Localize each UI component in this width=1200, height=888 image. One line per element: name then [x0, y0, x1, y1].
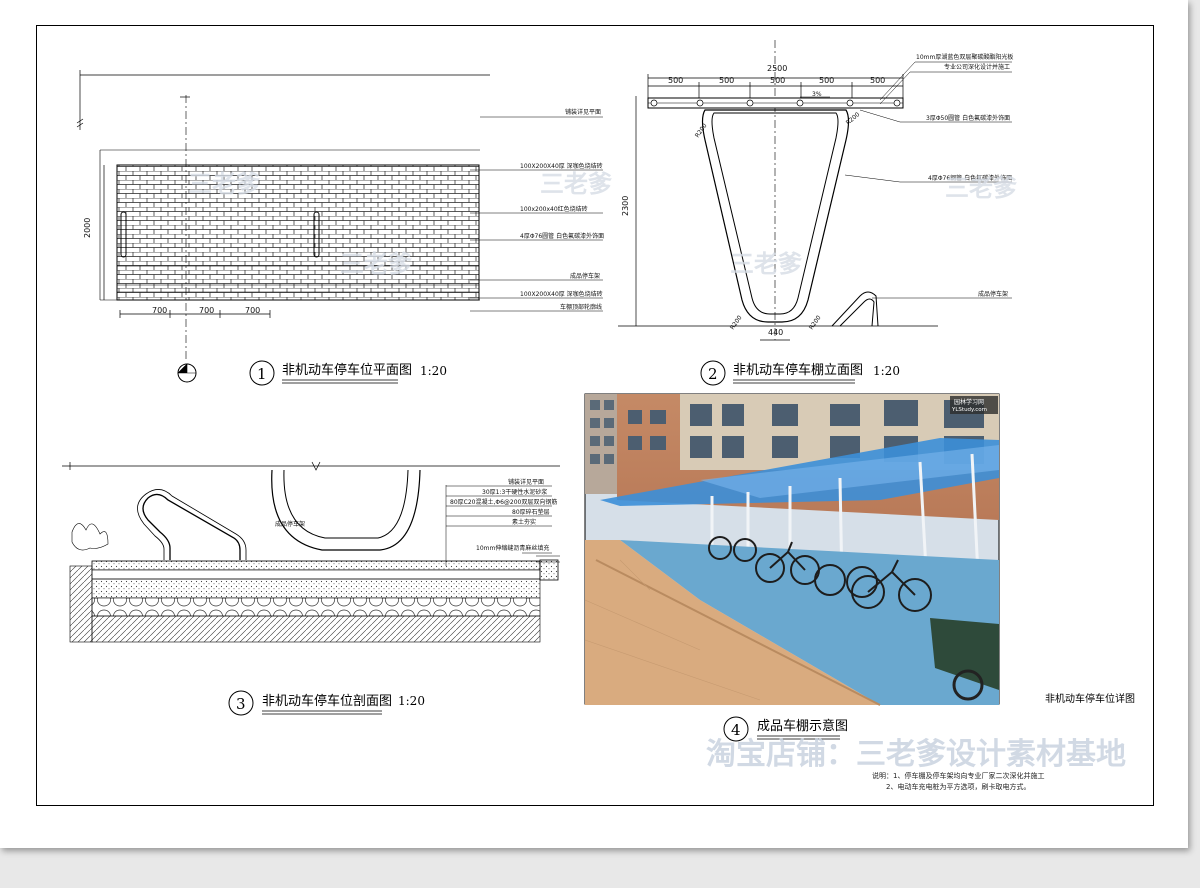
plan-label-7: 车棚顶部轮廓线	[560, 303, 602, 311]
note-line-2: 2、电动车充电桩为平方选项，刷卡取电方式。	[886, 782, 1030, 791]
watermark-logo: 三老爹	[540, 170, 613, 198]
elevation-dim-4: 500	[819, 76, 834, 85]
canopy-photo: 园林学习网 YLStudy.com	[584, 393, 1000, 706]
plan-label-1: 铺装详见平面	[565, 108, 601, 116]
elevation-dim-total: 2500	[767, 64, 787, 73]
view-number: 3	[236, 695, 246, 713]
view-title: 非机动车停车位剖面图	[262, 693, 392, 709]
plan-label-6: 100X200X40厚 深咖色烧结砖	[520, 290, 603, 298]
elevation-radius-4: R200	[808, 314, 823, 331]
view-title-1: 1 非机动车停车位平面图 1:20	[249, 360, 447, 386]
plan-label-2: 100X200X40厚 深咖色烧结砖	[520, 162, 603, 170]
plan-label-3: 100x200x40红色烧结砖	[520, 205, 588, 213]
note-line-1: 说明：1、停车棚及停车架均向专业厂家二次深化并施工	[872, 771, 1044, 780]
section-view: 铺装详见平面 30厚1:3干硬性水泥砂浆 80厚C20混凝土,Φ6@200双层双…	[62, 461, 560, 643]
watermark-logo: 三老爹	[188, 170, 261, 198]
section-label-7: 10mm伸缩缝沥青麻丝填充	[476, 544, 549, 552]
section-label-5: 素土夯实	[512, 518, 536, 526]
plan-dim-3: 700	[245, 306, 260, 315]
sheet-title: 非机动车停车位详图	[1045, 692, 1135, 705]
elevation-dim-3: 500	[770, 76, 785, 85]
plan-dim-left: 2000	[83, 218, 92, 238]
site-badge-url: YLStudy.com	[951, 407, 987, 413]
site-badge-label: 园林学习网	[954, 398, 984, 406]
elevation-label-2: 专业公司深化设计并施工	[944, 63, 1010, 71]
elevation-dim-5: 500	[870, 76, 885, 85]
elevation-label-1: 10mm厚湖蓝色双层聚碳酸酯阳光板	[916, 53, 1013, 61]
plan-dim-1: 700	[152, 306, 167, 315]
view-scale: 1:20	[398, 694, 425, 708]
plan-label-5: 成品停车架	[570, 272, 600, 280]
view-scale: 1:20	[873, 364, 900, 378]
plan-label-4: 4厚Φ76圆管 白色氟碳漆外饰面	[520, 232, 604, 240]
view-title: 非机动车停车棚立面图	[733, 362, 863, 378]
elevation-dim-2: 500	[719, 76, 734, 85]
section-label-3: 80厚C20混凝土,Φ6@200双层双向钢筋	[450, 498, 557, 506]
watermark-shop: 淘宝店铺：三老爹设计素材基地	[706, 737, 1126, 772]
elevation-radius-1: R200	[694, 122, 709, 139]
elevation-radius-3: R200	[729, 314, 744, 331]
section-label-2: 30厚1:3干硬性水泥砂浆	[482, 488, 547, 496]
elevation-label-3: 3厚Φ50圆管 白色氟碳漆外饰面	[926, 114, 1010, 122]
elevation-dim-base: 440	[768, 328, 783, 337]
plan-dim-2: 700	[199, 306, 214, 315]
elevation-label-5: 成品停车架	[978, 290, 1008, 298]
watermark-logo: 三老爹	[340, 250, 413, 278]
view-title: 成品车棚示意图	[757, 718, 848, 734]
view-title: 非机动车停车位平面图	[282, 362, 412, 378]
section-label-6: 成品停车架	[275, 520, 305, 528]
watermark-logo: 三老爹	[945, 174, 1018, 202]
section-label-1: 铺装详见平面	[508, 478, 544, 486]
plan-view: 700 700 700 2000 铺装详见平面 100X200X40厚 深咖色烧…	[76, 70, 604, 383]
view-title-3: 3 非机动车停车位剖面图 1:20	[228, 690, 425, 716]
section-label-4: 80厚碎石垫层	[512, 508, 550, 516]
view-scale: 1:20	[420, 364, 447, 378]
view-number: 2	[708, 365, 718, 383]
elevation-dim-height: 2300	[621, 196, 630, 216]
view-title-2: 2 非机动车停车棚立面图 1:20	[700, 360, 900, 386]
elevation-dim-1: 500	[668, 76, 683, 85]
drawing-canvas: 700 700 700 2000 铺装详见平面 100X200X40厚 深咖色烧…	[62, 40, 1135, 791]
view-number: 1	[257, 365, 267, 383]
watermark-logo: 三老爹	[730, 250, 803, 278]
